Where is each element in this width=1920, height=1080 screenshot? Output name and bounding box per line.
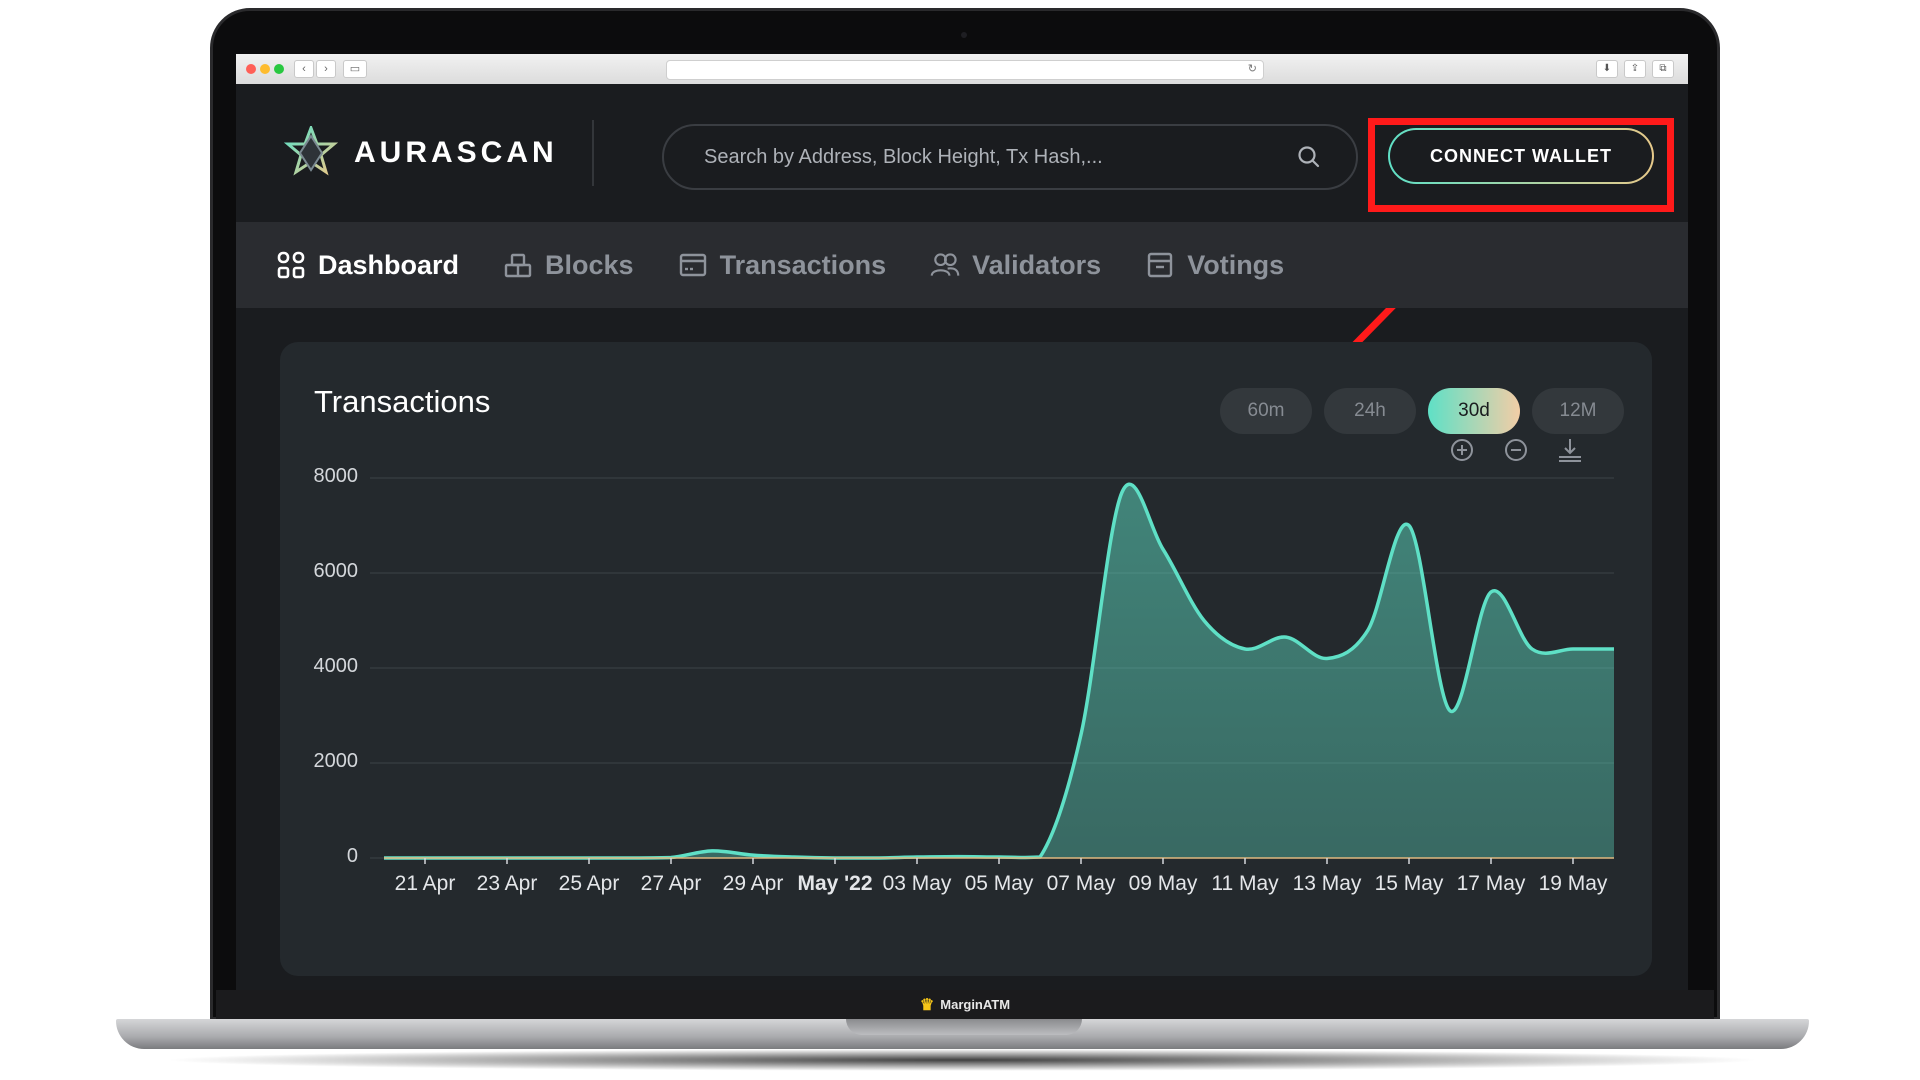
x-tick-label: 25 Apr [559, 872, 620, 895]
download-icon[interactable]: ⬇ [1596, 60, 1618, 78]
marginatm-logo-icon: ♛ [919, 996, 935, 1014]
x-tick-label: 23 Apr [477, 872, 538, 895]
x-tick-label: 11 May [1211, 872, 1279, 895]
main-nav: Dashboard Blocks Transactions Validators… [236, 222, 1688, 308]
x-tick-label: 03 May [883, 872, 952, 895]
range-button-12m[interactable]: 12M [1532, 388, 1624, 434]
y-tick-label: 4000 [314, 655, 359, 677]
y-tick-label: 6000 [314, 560, 359, 582]
header-divider [592, 120, 594, 186]
nav-label-dashboard: Dashboard [318, 249, 460, 280]
nav-item-votings[interactable]: Votings [1145, 250, 1284, 281]
range-button-60m[interactable]: 60m [1220, 388, 1312, 434]
app-header: AURASCAN CONNECT WALLET [236, 84, 1688, 222]
webcam [961, 32, 967, 38]
nav-item-dashboard[interactable]: Dashboard [276, 250, 459, 281]
x-tick-label: May '22 [797, 872, 872, 895]
close-window-button[interactable] [246, 64, 256, 74]
annotation-highlight-box [1368, 118, 1674, 212]
nav-item-validators[interactable]: Validators [930, 250, 1101, 281]
reload-icon[interactable]: ↻ [1248, 62, 1257, 75]
screen: ‹ › ▭ ↻ ⬇ ⇪ ⧉ AURASCAN Search by Address… [236, 54, 1688, 990]
card-title: Transactions [314, 384, 491, 419]
x-tick-label: 05 May [965, 872, 1034, 895]
search-box[interactable] [662, 124, 1358, 190]
nav-label-transactions: Transactions [719, 249, 887, 280]
aurascan-logo-icon[interactable] [284, 126, 338, 180]
sidebar-toggle-icon[interactable]: ▭ [343, 60, 367, 78]
nav-label-blocks: Blocks [545, 249, 634, 280]
tabs-overview-icon[interactable]: ⧉ [1652, 60, 1674, 78]
range-button-24h[interactable]: 24h [1324, 388, 1416, 434]
grid-icon [277, 251, 305, 279]
bezel-bottom: ♛ MarginATM [216, 990, 1714, 1019]
x-tick-label: 09 May [1129, 872, 1198, 895]
y-tick-label: 0 [347, 845, 358, 867]
transactions-chart-card: Transactions 60m 24h 30d 12M 0 2000 4000… [280, 342, 1652, 976]
laptop-shadow [160, 1049, 1765, 1071]
address-bar[interactable]: ↻ [666, 60, 1264, 80]
x-tick-label: 07 May [1047, 872, 1116, 895]
users-icon [930, 253, 960, 276]
forward-arrow-icon[interactable]: › [316, 60, 336, 78]
minimize-window-button[interactable] [260, 64, 270, 74]
range-button-30d[interactable]: 30d [1428, 388, 1520, 434]
transactions-area-chart[interactable]: 0 2000 4000 6000 8000 21 Apr 23 Apr 25 Apr 27 Ap… [280, 460, 1652, 960]
bezel-brand: MarginATM [940, 997, 1011, 1012]
nav-label-validators: Validators [972, 249, 1102, 280]
search-input[interactable] [664, 144, 1296, 170]
y-tick-label: 8000 [314, 465, 359, 487]
nav-item-transactions[interactable]: Transactions [678, 249, 887, 281]
share-icon[interactable]: ⇪ [1624, 60, 1646, 78]
browser-toolbar: ‹ › ▭ ↻ ⬇ ⇪ ⧉ [236, 54, 1688, 85]
x-tick-label: 15 May [1375, 872, 1444, 895]
votings-icon [1148, 252, 1173, 278]
x-tick-label: 27 Apr [641, 872, 702, 895]
nav-item-blocks[interactable]: Blocks [503, 250, 634, 281]
nav-label-votings: Votings [1187, 249, 1285, 280]
back-arrow-icon[interactable]: ‹ [294, 60, 314, 78]
time-range-group: 60m 24h 30d 12M [1220, 388, 1624, 434]
blocks-icon [504, 253, 532, 278]
y-tick-label: 2000 [314, 750, 359, 772]
logo-text[interactable]: AURASCAN [354, 136, 558, 170]
x-tick-label: 17 May [1457, 872, 1526, 895]
x-tick-label: 13 May [1293, 872, 1362, 895]
x-tick-label: 19 May [1539, 872, 1608, 895]
x-tick-label: 21 Apr [395, 872, 456, 895]
maximize-window-button[interactable] [274, 64, 284, 74]
series-area [384, 484, 1614, 858]
search-icon[interactable] [1296, 144, 1322, 170]
laptop-notch [846, 1019, 1082, 1035]
x-tick-label: 29 Apr [723, 872, 784, 895]
transactions-icon [679, 253, 706, 277]
